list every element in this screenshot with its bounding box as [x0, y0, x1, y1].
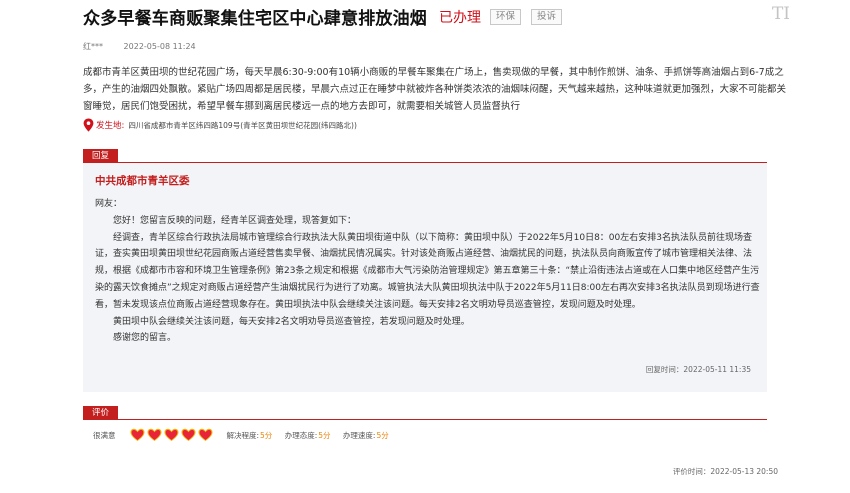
heart-rating-icon	[198, 428, 212, 441]
reply-time: 回复时间：2022-05-11 11:35	[645, 365, 751, 374]
heart-rating-icon	[147, 428, 161, 441]
reply-paragraph: 感谢您的留言。	[113, 333, 177, 344]
reply-organization: 中共成都市青羊区委	[95, 175, 190, 187]
reply-paragraph: 经调查，青羊区综合行政执法局城市管理综合行政执法大队黄田坝街道中队（以下简称：黄…	[95, 232, 760, 310]
evaluation-row: 很满意 解决程度:5分 办理态度:5分 办理速度:5分	[93, 428, 399, 442]
heart-rating-icon	[164, 428, 178, 441]
reply-paragraph: 您好！您留言反映的问题，经青羊区调查处理，现答复如下：	[113, 215, 357, 226]
evaluation-scores: 解决程度:5分 办理态度:5分 办理速度:5分	[227, 430, 399, 441]
evaluation-divider	[83, 419, 767, 420]
font-size-toggle-icon[interactable]: TI	[772, 4, 790, 24]
score-label: 办理速度:	[342, 430, 376, 440]
post-datetime: 2022-05-08 11:24	[123, 42, 196, 51]
post-meta: 红*** 2022-05-08 11:24	[83, 41, 196, 52]
complaint-header: 众多早餐车商贩聚集住宅区中心肆意排放油烟 已办理 环保 投诉	[83, 4, 563, 29]
satisfaction-label: 很满意	[93, 430, 116, 440]
author-name: 红***	[83, 42, 103, 51]
score-value: 5分	[376, 430, 389, 440]
reply-greeting: 网友：	[95, 199, 123, 209]
reply-tab: 回复	[83, 149, 118, 163]
evaluation-tab: 评价	[83, 406, 118, 420]
type-tag[interactable]: 投诉	[531, 8, 563, 25]
score-value: 5分	[318, 430, 331, 440]
category-tag[interactable]: 环保	[490, 8, 522, 25]
location-label: 发生地:	[96, 121, 125, 131]
score-value: 5分	[260, 430, 273, 440]
status-label: 已办理	[439, 9, 481, 26]
location-row: 发生地: 四川省成都市青羊区纬四路109号(青羊区黄田坝世纪花园(纬四路北))	[83, 118, 357, 132]
score-label: 办理态度:	[284, 430, 318, 440]
heart-rating	[130, 428, 215, 442]
location-value: 四川省成都市青羊区纬四路109号(青羊区黄田坝世纪花园(纬四路北))	[128, 120, 357, 130]
reply-panel: 中共成都市青羊区委 网友： 您好！您留言反映的问题，经青羊区调查处理，现答复如下…	[83, 163, 767, 392]
location-pin-icon	[83, 118, 94, 132]
reply-paragraph: 黄田坝中队会继续关注该问题，每天安排2名文明劝导员巡查管控，若发现问题及时处理。	[113, 316, 470, 327]
complaint-body: 成都市青羊区黄田坝的世纪花园广场，每天早晨6:30-9:00有10辆小商贩的早餐…	[83, 67, 787, 112]
evaluation-time: 评价时间：2022-05-13 20:50	[672, 467, 778, 476]
heart-rating-icon	[181, 428, 195, 441]
reply-body: 网友： 您好！您留言反映的问题，经青羊区调查处理，现答复如下： 经调查，青羊区综…	[95, 196, 763, 347]
score-label: 解决程度:	[226, 430, 260, 440]
page-title: 众多早餐车商贩聚集住宅区中心肆意排放油烟	[83, 9, 427, 29]
heart-rating-icon	[130, 428, 144, 441]
